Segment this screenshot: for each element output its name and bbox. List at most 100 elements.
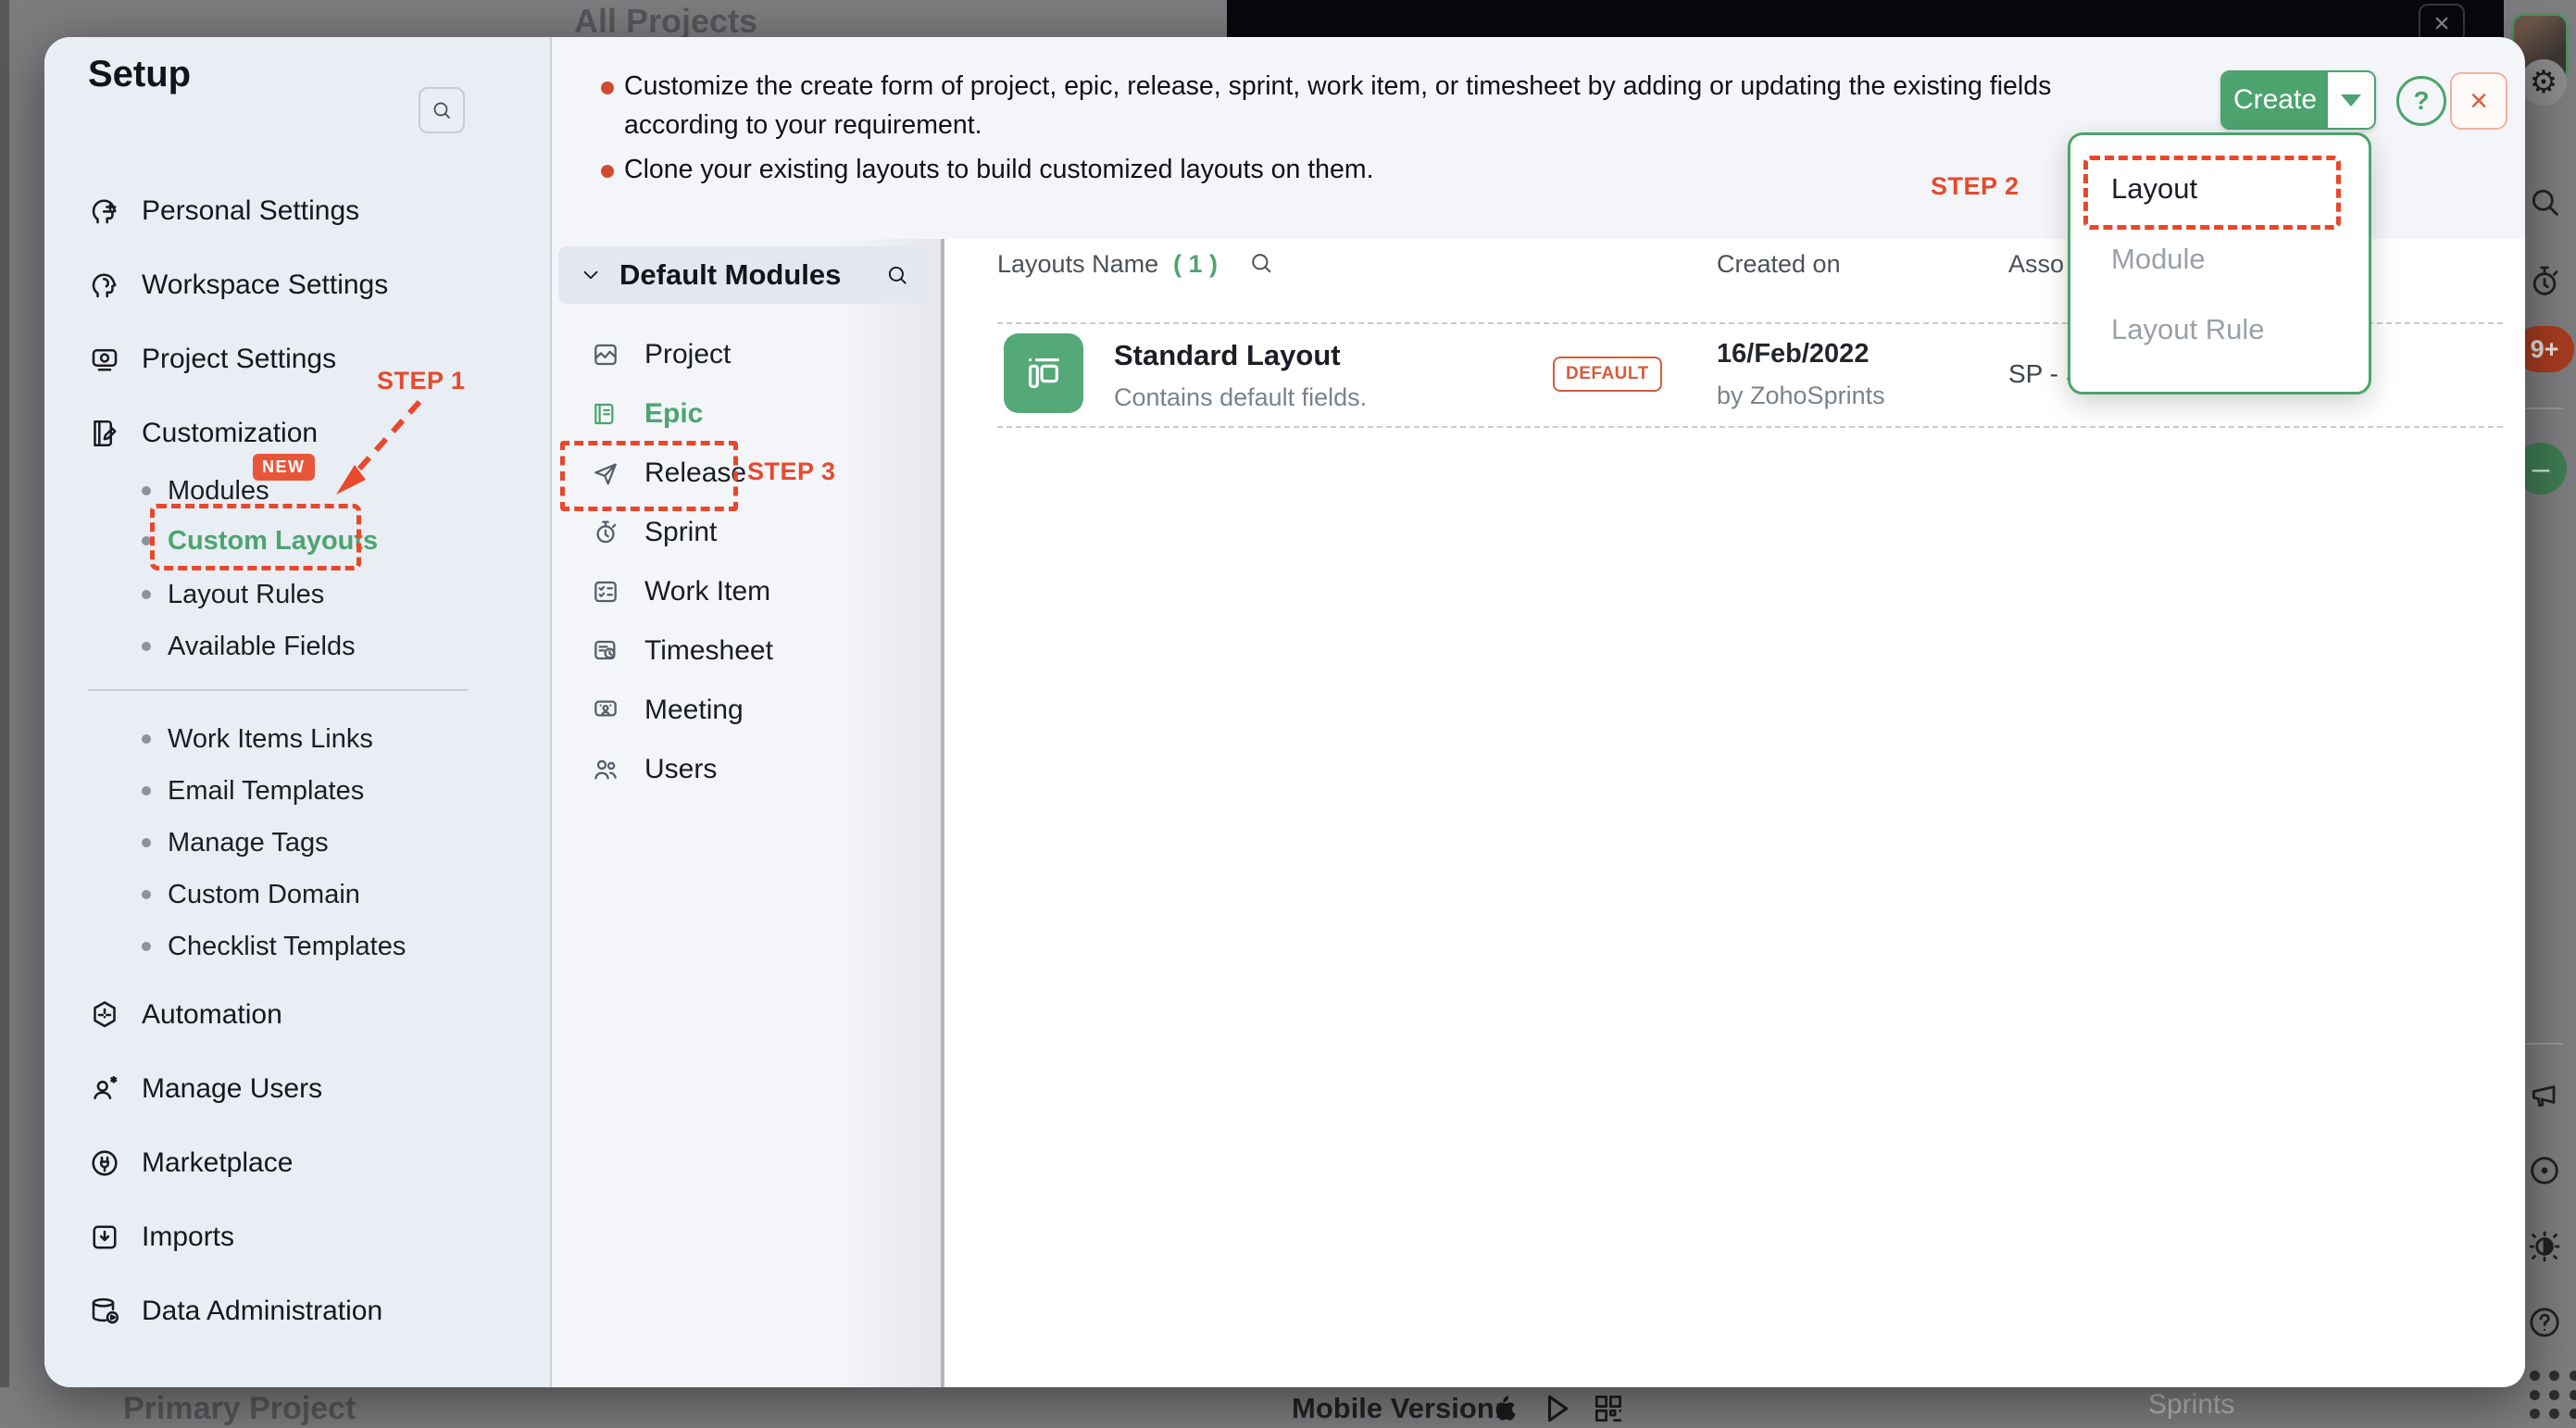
sidebar-subitem-checklist-templates[interactable]: Checklist Templates [142,926,531,967]
create-dropdown-toggle[interactable] [2328,72,2374,128]
banner-bullet-icon [601,81,614,94]
column-layouts-name: Layouts Name [997,250,1158,279]
help-circle-icon [2526,1304,2563,1341]
sidebar-subitem-layout-rules[interactable]: Layout Rules [142,574,531,615]
menu-item-layout[interactable]: Layout [2111,169,2343,209]
background-left-nav-strip [0,0,9,1428]
table-divider [997,426,2503,428]
epic-icon [591,399,620,429]
step1-dashed-box [150,504,361,570]
sidebar-item-label: Project Settings [142,344,336,375]
timesheet-icon [591,636,620,666]
projector-icon [88,343,121,376]
setup-modal: Setup Personal Settings Workspace Settin… [44,37,2525,1387]
default-modules-title: Default Modules [619,258,841,292]
sidebar-subitem-label: Modules [168,476,269,507]
bullet-icon [142,734,151,744]
app-grid-icon [2530,1371,2576,1422]
bullet-icon [142,786,151,795]
layout-created-by: by ZohoSprints [1717,382,1885,410]
help-button[interactable]: ? [2396,76,2446,126]
sidebar-subitem-custom-domain[interactable]: Custom Domain [142,874,531,915]
sidebar-subitem-label: Custom Domain [168,880,360,910]
sidebar-subitem-manage-tags[interactable]: Manage Tags [142,822,531,863]
step2-label: STEP 2 [1931,172,2020,201]
checklist-icon [591,577,620,607]
sidebar-item-label: Personal Settings [142,195,359,227]
module-item-label: Timesheet [644,635,773,667]
chevron-down-icon [579,263,603,287]
sidebar-subitem-label: Email Templates [168,776,364,807]
sidebar-subitem-email-templates[interactable]: Email Templates [142,770,531,811]
sidebar-subitem-label: Work Items Links [168,724,373,755]
menu-item-module[interactable]: Module [2111,239,2343,280]
default-modules-header[interactable]: Default Modules [558,246,928,304]
layout-created-date: 16/Feb/2022 [1717,339,1869,370]
step3-dashed-box [560,441,738,511]
sidebar-subitem-work-items-links[interactable]: Work Items Links [142,719,531,759]
bullet-icon [142,890,151,899]
modal-close-button[interactable]: × [2450,72,2507,130]
search-icon [431,99,453,121]
database-icon [88,1295,121,1328]
sidebar-item-marketplace[interactable]: Marketplace [88,1139,514,1187]
layout-row-icon [1004,333,1083,413]
project-icon [591,340,620,370]
step3-label: STEP 3 [747,457,836,486]
create-menu: Layout Module Layout Rule [2068,132,2371,395]
sidebar-subitem-available-fields[interactable]: Available Fields [142,626,531,667]
sidebar-subitem-label: Checklist Templates [168,932,406,962]
sidebar-subitem-label: Manage Tags [168,828,329,858]
step1-label: STEP 1 [377,367,466,395]
sidebar-search-button[interactable] [419,87,465,133]
module-item-timesheet[interactable]: Timesheet [591,628,896,674]
module-item-project[interactable]: Project [591,332,896,378]
sidebar-item-automation[interactable]: Automation [88,991,514,1039]
bullet-icon [142,838,151,847]
layout-glyph-icon [1022,352,1065,395]
mobile-version-label: Mobile Version: [1292,1392,1504,1425]
module-item-work-item[interactable]: Work Item [591,569,896,615]
module-item-meeting[interactable]: Meeting [591,687,896,733]
default-badge: DEFAULT [1553,357,1662,392]
google-play-icon [1541,1391,1576,1426]
search-icon[interactable] [885,263,909,287]
bullet-icon [142,942,151,951]
bullet-icon [142,590,151,599]
import-icon [88,1221,121,1254]
module-item-label: Work Item [644,576,770,608]
module-item-sprint[interactable]: Sprint [591,509,896,556]
sidebar-item-label: Marketplace [142,1147,293,1179]
background-page-title: All Projects [574,2,757,41]
stopwatch-icon [591,518,620,547]
column-associated: Asso [2008,250,2064,279]
module-item-label: Sprint [644,517,717,548]
search-icon [2526,183,2563,220]
sidebar-item-imports[interactable]: Imports [88,1213,514,1261]
caret-down-icon [2341,94,2361,106]
search-icon[interactable] [1248,250,1274,276]
module-item-users[interactable]: Users [591,746,896,793]
create-split-button[interactable]: Create [2220,70,2376,130]
sidebar-item-label: Workspace Settings [142,269,388,301]
sidebar-item-data-administration[interactable]: Data Administration [88,1287,514,1335]
sidebar-item-workspace-settings[interactable]: Workspace Settings [88,261,514,309]
bullet-icon [142,642,151,651]
head-gear-icon [88,269,121,302]
module-item-label: Users [644,754,717,785]
layout-name[interactable]: Standard Layout [1114,339,1341,372]
sidebar-item-label: Customization [142,418,318,449]
sidebar-divider [550,37,552,1387]
module-item-label: Project [644,339,731,370]
background-sprints-ghost-label: Sprints [2148,1389,2234,1421]
sidebar-separator [88,689,468,691]
banner-line-1: Customize the create form of project, ep… [624,67,2166,144]
menu-item-layout-rule[interactable]: Layout Rule [2111,309,2343,350]
module-item-epic[interactable]: Epic [591,391,896,437]
users-icon [591,755,620,784]
apple-icon [1489,1391,1524,1426]
sidebar-item-personal-settings[interactable]: Personal Settings [88,187,514,235]
create-button[interactable]: Create [2222,72,2328,128]
sidebar-item-manage-users[interactable]: Manage Users [88,1065,514,1113]
sidebar-item-customization[interactable]: Customization [88,409,514,457]
